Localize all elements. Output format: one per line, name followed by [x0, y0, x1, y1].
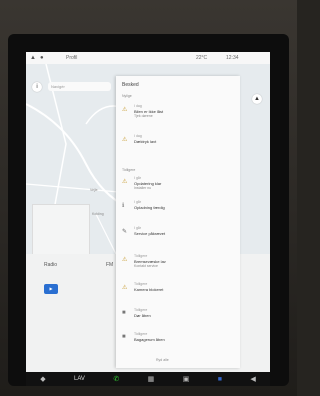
lock-icon: ■	[122, 334, 126, 340]
clear-all-button[interactable]: Ryd alle	[156, 358, 169, 362]
car-icon[interactable]: ▲	[30, 55, 36, 61]
warning-icon: ⚠	[122, 179, 128, 185]
lock-icon[interactable]: ●	[40, 55, 44, 61]
bluetooth-icon[interactable]: ■	[218, 376, 222, 383]
map-label: Kolding	[92, 212, 104, 216]
search-input[interactable]: Navigér	[48, 82, 111, 91]
info-icon: ℹ	[122, 203, 125, 209]
clock: 12:34	[226, 55, 239, 61]
climate-temp[interactable]: LAV	[74, 376, 85, 382]
info-icon[interactable]: i	[32, 82, 42, 92]
warning-icon: ⚠	[122, 107, 128, 113]
navigate-icon[interactable]: ▲	[252, 94, 262, 104]
car-icon[interactable]: ◆	[40, 375, 45, 383]
user-profile[interactable]: Profil	[66, 55, 77, 61]
warning-icon: ⚠	[122, 285, 128, 291]
seat-heater-icon[interactable]: ▣	[183, 375, 190, 383]
section-earlier: Tidligere	[122, 168, 136, 172]
temperature: 22°C	[196, 55, 208, 61]
warning-icon: ⚠	[122, 137, 128, 143]
volume-icon[interactable]: ◀	[250, 375, 255, 383]
taskbar: ◆ LAV ✆ ▦ ▣ ■ ◀	[26, 372, 270, 386]
map-label: Vejle	[90, 188, 98, 192]
panel-title: Besked	[122, 82, 139, 88]
notifications-panel: Besked Nylige ⚠ I dag Bilen er ikke låst…	[116, 76, 240, 368]
section-recent: Nylige	[122, 94, 132, 98]
phone-icon[interactable]: ✆	[113, 375, 119, 383]
play-button[interactable]: ▶	[44, 284, 58, 294]
warning-icon: ⚠	[122, 257, 128, 263]
media-station: FM	[106, 262, 114, 268]
wrench-icon: ✎	[122, 229, 128, 235]
status-bar: ▲ ● Profil 22°C 12:34	[26, 52, 270, 64]
apps-icon[interactable]: ▦	[148, 375, 155, 383]
lock-icon: ■	[122, 310, 126, 316]
media-source[interactable]: Radio	[44, 262, 57, 268]
